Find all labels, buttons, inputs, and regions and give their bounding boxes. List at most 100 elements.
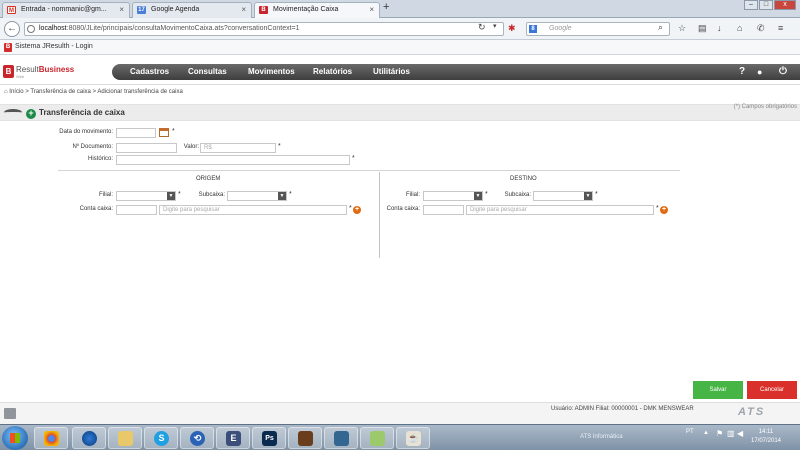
required-mark: * [349, 205, 352, 212]
window-close-icon[interactable]: x [774, 0, 796, 10]
app-footer: Usuário: ADMIN Filial: 00000001 - DMK ME… [0, 402, 800, 424]
language-indicator[interactable]: PT [686, 429, 694, 435]
download-icon[interactable]: ↓ [717, 23, 722, 33]
reload-icon[interactable]: ↻ [478, 22, 486, 33]
app-logo[interactable]: ResultBusiness [16, 65, 74, 74]
chevron-down-icon: ▼ [167, 192, 175, 200]
required-mark: * [352, 155, 355, 162]
teamviewer-icon[interactable]: ⟲ [180, 427, 214, 449]
explorer-icon[interactable] [360, 427, 394, 449]
tab-movimentacao-caixa[interactable]: B Movimentação Caixa × [254, 2, 380, 18]
search-input[interactable]: Google [526, 22, 670, 36]
skype-icon[interactable]: S [144, 427, 178, 449]
library-icon[interactable]: ▤ [698, 23, 707, 34]
destino-filial-select[interactable]: ▼ [423, 191, 483, 201]
back-arrow-icon[interactable] [4, 109, 22, 116]
close-icon[interactable]: × [119, 3, 124, 17]
add-conta-icon[interactable]: + [660, 206, 668, 214]
tab-label: Entrada - nommanic@gm... [21, 6, 107, 13]
new-tab-icon[interactable]: + [383, 1, 389, 13]
origem-filial-select[interactable]: ▼ [116, 191, 176, 201]
calendar-icon[interactable] [159, 128, 169, 137]
logo-part2: Business [38, 65, 75, 74]
footer-logo: ATS [738, 406, 766, 418]
origem-subcaixa-select[interactable]: ▼ [227, 191, 287, 201]
search-placeholder: Google [549, 25, 572, 32]
flag-icon[interactable]: ⚑ [716, 429, 723, 438]
firefox-icon[interactable] [72, 427, 106, 449]
help-icon[interactable]: ? [739, 66, 745, 78]
bookmark-item[interactable]: Sistema JResulth - Login [15, 40, 93, 54]
tray-arrow-icon[interactable]: ▲ [703, 430, 709, 436]
origem-conta-search-input[interactable]: Digite para pesquisar [159, 205, 347, 215]
phone-icon[interactable]: ✆ [757, 23, 765, 34]
power-icon[interactable]: ⏻ [779, 66, 787, 78]
data-movimento-field[interactable] [116, 128, 156, 138]
add-conta-icon[interactable]: + [353, 206, 361, 214]
data-movimento-label: Data do movimento: [59, 129, 113, 135]
tab-label: Movimentação Caixa [273, 6, 339, 13]
search-icon[interactable]: ⌕ [658, 22, 663, 33]
chevron-down-icon: ▼ [278, 192, 286, 200]
tray-label: ATS Informática [580, 434, 623, 440]
save-button[interactable]: Salvar [693, 381, 743, 399]
taskbar: S ⟲ E Ps ☕ ATS Informática PT ▲ ⚑ ▥ ◀ 14… [0, 424, 800, 450]
keyboard-icon[interactable] [4, 408, 16, 419]
origem-conta-code-field[interactable] [116, 205, 157, 215]
tab-google-agenda[interactable]: 17 Google Agenda × [132, 2, 252, 18]
postgres-icon[interactable] [324, 427, 358, 449]
home-icon[interactable]: ⌂ [4, 89, 8, 95]
documento-label: Nº Documento: [72, 144, 113, 150]
java-icon[interactable]: ☕ [396, 427, 430, 449]
bookmark-star-icon[interactable]: ☆ [678, 23, 686, 34]
start-button[interactable] [2, 426, 28, 450]
gmail-icon: M [7, 6, 16, 14]
clock-date: 17/07/2014 [750, 438, 782, 444]
destino-conta-label: Conta caixa: [386, 206, 420, 212]
historico-field[interactable] [116, 155, 350, 165]
divider [379, 172, 380, 258]
tab-gmail[interactable]: M Entrada - nommanic@gm... × [2, 2, 130, 18]
breadcrumb-home[interactable]: Início [9, 89, 23, 95]
menu-cadastros[interactable]: Cadastros [130, 64, 169, 80]
back-icon[interactable]: ← [4, 21, 20, 37]
maximize-icon[interactable]: □ [759, 0, 773, 10]
documento-field[interactable] [116, 143, 177, 153]
jresulth-icon: B [4, 43, 12, 52]
folder-icon[interactable] [108, 427, 142, 449]
breadcrumb-level1[interactable]: Transferência de caixa [30, 89, 90, 95]
menu-consultas[interactable]: Consultas [188, 64, 227, 80]
required-note: (*) Campos obrigatórios [733, 104, 797, 110]
menu-movimentos[interactable]: Movimentos [248, 64, 295, 80]
menu-relatorios[interactable]: Relatórios [313, 64, 352, 80]
network-icon[interactable]: ▥ [727, 429, 735, 438]
origem-subcaixa-label: Subcaixa: [198, 192, 225, 198]
close-icon[interactable]: × [369, 3, 374, 17]
menu-utilitarios[interactable]: Utilitários [373, 64, 410, 80]
minimize-icon[interactable]: – [744, 0, 758, 10]
home-icon[interactable]: ⌂ [737, 23, 742, 33]
url-path: :8080/JLite/principais/consultaMovimento… [66, 25, 300, 32]
breadcrumb-separator: > [92, 89, 97, 95]
cancel-button[interactable]: Cancelar [747, 381, 797, 399]
game-icon[interactable] [288, 427, 322, 449]
valor-field[interactable]: R$ [200, 143, 276, 153]
user-icon[interactable]: ● [757, 66, 762, 78]
destino-conta-code-field[interactable] [423, 205, 464, 215]
destino-subcaixa-select[interactable]: ▼ [533, 191, 593, 201]
addon-icon[interactable]: ✱ [508, 23, 516, 34]
required-mark: * [172, 128, 175, 135]
url-bar[interactable]: localhost:8080/JLite/principais/consulta… [24, 22, 504, 36]
destino-conta-search-input[interactable]: Digite para pesquisar [466, 205, 654, 215]
close-icon[interactable]: × [241, 3, 246, 17]
chrome-icon[interactable] [34, 427, 68, 449]
chevron-down-icon: ▼ [474, 192, 482, 200]
dropdown-icon[interactable]: ▾ [493, 22, 497, 30]
menu-icon[interactable]: ≡ [778, 23, 783, 33]
volume-icon[interactable]: ◀ [737, 429, 743, 438]
photoshop-icon[interactable]: Ps [252, 427, 286, 449]
google-icon[interactable]: 8 [529, 25, 537, 33]
eclipse-icon[interactable]: E [216, 427, 250, 449]
required-mark: * [289, 191, 292, 198]
clock[interactable]: 14:11 17/07/2014 [746, 428, 786, 446]
